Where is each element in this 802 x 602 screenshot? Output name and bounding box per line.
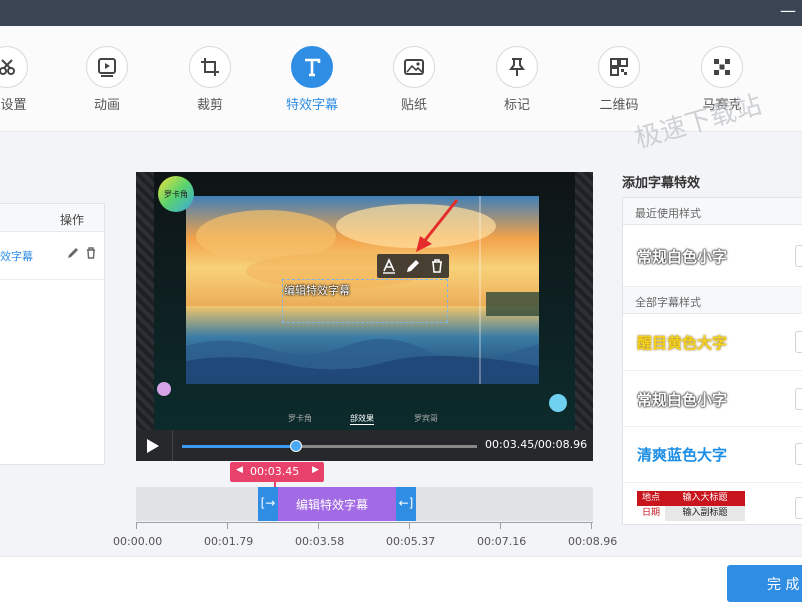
style-label-white: 常规白色小字 xyxy=(637,391,728,409)
apply-style-button[interactable] xyxy=(795,245,802,267)
tool-label: 础设置 xyxy=(0,98,27,113)
player-subtab[interactable]: 罗宾哥 xyxy=(414,413,438,424)
list-header: 操作 xyxy=(0,204,104,232)
tool-label: 标记 xyxy=(503,98,530,113)
seek-bar[interactable] xyxy=(182,440,477,452)
title-template-preview: 地点 输入大标题 日期 输入副标题 xyxy=(637,491,747,521)
ruler-tick-label: 00:03.58 xyxy=(295,535,345,548)
player-side-stripes-right xyxy=(575,172,593,430)
step-back-icon[interactable]: ◀ xyxy=(236,465,243,475)
subtitle-clip[interactable]: [→ 编辑特效字幕 ←] xyxy=(258,487,416,521)
recent-section-header: 最近使用样式 xyxy=(623,198,802,225)
ruler-tick-label: 00:08.96 xyxy=(568,535,618,548)
ruler-tick-label: 00:01.79 xyxy=(204,535,254,548)
tool-mark[interactable]: 标记 xyxy=(472,46,562,126)
apply-style-button[interactable] xyxy=(795,388,802,410)
tool-label: 裁剪 xyxy=(196,98,223,113)
text-effects-panel: 最近使用样式 常规白色小字 全部字幕样式 醒目黄色大字 常规白色小字 清爽蓝色大… xyxy=(622,197,802,525)
seek-handle[interactable] xyxy=(289,440,302,452)
mosaic-icon xyxy=(701,46,743,88)
template-subtitle: 输入副标题 xyxy=(665,506,745,521)
text-style-icon[interactable] xyxy=(381,258,397,277)
tool-label: 特效字幕 xyxy=(285,98,338,113)
style-label-white: 常规白色小字 xyxy=(637,248,728,266)
minimize-button[interactable]: — xyxy=(780,3,796,20)
qrcode-icon xyxy=(598,46,640,88)
timeline-ruler xyxy=(136,522,593,532)
finish-button[interactable]: 完 成 xyxy=(727,565,802,602)
tool-label: 二维码 xyxy=(599,98,639,113)
tool-label: 贴纸 xyxy=(400,98,427,113)
play-icon[interactable] xyxy=(146,438,160,457)
step-forward-icon[interactable]: ▶ xyxy=(312,465,319,475)
video-player: 罗卡角 编辑特效字幕 罗卡角 部效果 罗宾哥 00:03.45/00:08.96 xyxy=(136,172,593,461)
color-dot xyxy=(549,394,567,412)
edit-pencil-icon[interactable] xyxy=(405,258,421,277)
delete-trash-icon[interactable] xyxy=(429,258,445,277)
red-arrow-annotation xyxy=(416,199,459,252)
apply-style-button[interactable] xyxy=(795,497,802,519)
style-item[interactable]: 清爽蓝色大字 xyxy=(623,427,802,483)
apply-style-button[interactable] xyxy=(795,443,802,465)
style-label-yellow: 醒目黄色大字 xyxy=(637,334,728,352)
clip-label: 编辑特效字幕 xyxy=(296,498,369,512)
clip-end-handle-icon[interactable]: ←] xyxy=(396,487,416,521)
subtitle-item-name: 效字幕 xyxy=(0,250,33,263)
ruler-tick-label: 00:00.00 xyxy=(113,535,163,548)
tool-crop[interactable]: 裁剪 xyxy=(165,46,255,126)
text-t-icon xyxy=(291,46,333,88)
player-subtab[interactable]: 罗卡角 xyxy=(288,413,312,424)
style-item[interactable]: 常规白色小字 xyxy=(623,371,802,427)
divider xyxy=(172,430,173,461)
seek-progress xyxy=(182,445,296,448)
clip-start-handle-icon[interactable]: [→ xyxy=(258,487,278,521)
caption-text[interactable]: 编辑特效字幕 xyxy=(284,282,350,298)
subtitle-list-panel: 操作 效字幕 xyxy=(0,203,105,465)
marker-time: 00:03.45 xyxy=(250,465,300,478)
player-subtab-active[interactable]: 部效果 xyxy=(350,413,374,425)
style-item[interactable]: 地点 输入大标题 日期 输入副标题 xyxy=(623,483,802,525)
template-tag: 日期 xyxy=(637,506,665,521)
tool-text-effects[interactable]: 特效字幕 xyxy=(267,46,357,126)
time-marker[interactable]: ◀ 00:03.45 ▶ xyxy=(230,462,324,482)
style-item[interactable]: 醒目黄色大字 xyxy=(623,314,802,371)
panel-title: 添加字幕特效 xyxy=(622,176,701,191)
list-item[interactable]: 效字幕 xyxy=(0,232,104,280)
template-main-title: 输入大标题 xyxy=(665,491,745,506)
tool-sticker[interactable]: 贴纸 xyxy=(369,46,459,126)
crop-icon xyxy=(189,46,231,88)
bottom-bar xyxy=(0,556,802,602)
scissors-icon xyxy=(0,46,28,88)
operation-header: 操作 xyxy=(60,213,85,227)
delete-trash-icon[interactable] xyxy=(84,246,98,263)
template-tag: 地点 xyxy=(637,491,665,506)
tool-label: 动画 xyxy=(93,98,120,113)
player-controls: 00:03.45/00:08.96 xyxy=(136,430,593,461)
edit-pencil-icon[interactable] xyxy=(66,246,80,263)
apply-style-button[interactable] xyxy=(795,331,802,353)
caption-toolbar xyxy=(377,254,449,278)
image-icon xyxy=(393,46,435,88)
tool-animation[interactable]: 动画 xyxy=(62,46,152,126)
ruler-tick-label: 00:05.37 xyxy=(386,535,436,548)
time-display: 00:03.45/00:08.96 xyxy=(485,438,588,451)
style-label-blue: 清爽蓝色大字 xyxy=(637,446,728,464)
style-item[interactable]: 常规白色小字 xyxy=(623,225,802,287)
pin-icon xyxy=(496,46,538,88)
color-dot xyxy=(157,382,171,396)
player-badge: 罗卡角 xyxy=(158,176,194,212)
title-bar: — xyxy=(0,0,802,26)
play-frame-icon xyxy=(86,46,128,88)
player-side-stripes-left xyxy=(136,172,154,430)
ruler-tick-label: 00:07.16 xyxy=(477,535,527,548)
all-section-header: 全部字幕样式 xyxy=(623,287,802,314)
tool-basic-settings[interactable]: 础设置 xyxy=(0,46,52,126)
